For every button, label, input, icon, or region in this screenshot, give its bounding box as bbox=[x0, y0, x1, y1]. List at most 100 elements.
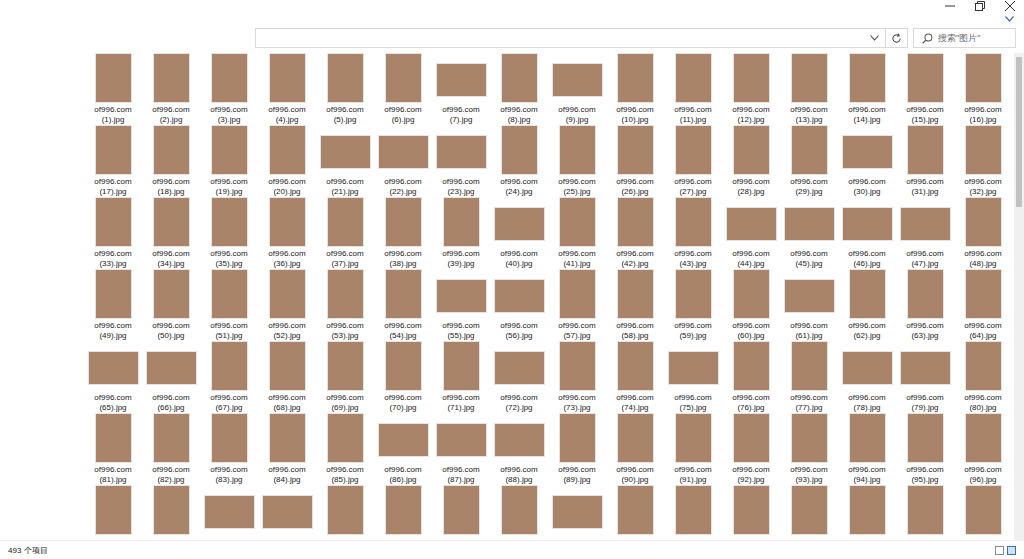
file-item[interactable]: of996.com (14).jpg bbox=[838, 53, 896, 125]
file-item[interactable]: of996.com (59).jpg bbox=[664, 269, 722, 341]
file-item[interactable]: of996.com (94).jpg bbox=[838, 413, 896, 485]
file-item[interactable]: of996.com (92).jpg bbox=[722, 413, 780, 485]
file-item[interactable] bbox=[606, 485, 664, 540]
file-item[interactable]: of996.com (36).jpg bbox=[258, 197, 316, 269]
file-item[interactable]: of996.com (27).jpg bbox=[664, 125, 722, 197]
file-item[interactable]: of996.com (3).jpg bbox=[200, 53, 258, 125]
file-item[interactable]: of996.com (57).jpg bbox=[548, 269, 606, 341]
ribbon-toggle-button[interactable] bbox=[1005, 16, 1014, 22]
file-item[interactable]: of996.com (84).jpg bbox=[258, 413, 316, 485]
file-item[interactable]: of996.com (16).jpg bbox=[954, 53, 1012, 125]
file-item[interactable]: of996.com (87).jpg bbox=[432, 413, 490, 485]
file-item[interactable]: of996.com (20).jpg bbox=[258, 125, 316, 197]
file-item[interactable]: of996.com (58).jpg bbox=[606, 269, 664, 341]
file-item[interactable]: of996.com (63).jpg bbox=[896, 269, 954, 341]
close-button[interactable] bbox=[1004, 0, 1016, 12]
file-item[interactable]: of996.com (96).jpg bbox=[954, 413, 1012, 485]
file-item[interactable]: of996.com (11).jpg bbox=[664, 53, 722, 125]
search-box[interactable]: 搜索"图片" bbox=[913, 28, 1016, 48]
file-item[interactable]: of996.com (62).jpg bbox=[838, 269, 896, 341]
file-item[interactable]: of996.com (68).jpg bbox=[258, 341, 316, 413]
file-item[interactable]: of996.com (4).jpg bbox=[258, 53, 316, 125]
file-item[interactable]: of996.com (23).jpg bbox=[432, 125, 490, 197]
file-item[interactable]: of996.com (52).jpg bbox=[258, 269, 316, 341]
file-item[interactable]: of996.com (85).jpg bbox=[316, 413, 374, 485]
vertical-scrollbar[interactable] bbox=[1014, 53, 1024, 540]
file-item[interactable] bbox=[374, 485, 432, 540]
file-item[interactable]: of996.com (38).jpg bbox=[374, 197, 432, 269]
file-item[interactable]: of996.com (21).jpg bbox=[316, 125, 374, 197]
file-item[interactable] bbox=[548, 485, 606, 540]
file-item[interactable]: of996.com (78).jpg bbox=[838, 341, 896, 413]
file-item[interactable] bbox=[896, 485, 954, 540]
file-item[interactable] bbox=[142, 485, 200, 540]
file-item[interactable]: of996.com (26).jpg bbox=[606, 125, 664, 197]
file-item[interactable]: of996.com (65).jpg bbox=[84, 341, 142, 413]
file-item[interactable] bbox=[84, 485, 142, 540]
file-item[interactable] bbox=[722, 485, 780, 540]
file-item[interactable]: of996.com (41).jpg bbox=[548, 197, 606, 269]
file-item[interactable]: of996.com (88).jpg bbox=[490, 413, 548, 485]
file-item[interactable]: of996.com (10).jpg bbox=[606, 53, 664, 125]
file-item[interactable]: of996.com (8).jpg bbox=[490, 53, 548, 125]
file-item[interactable]: of996.com (37).jpg bbox=[316, 197, 374, 269]
file-item[interactable]: of996.com (69).jpg bbox=[316, 341, 374, 413]
file-item[interactable]: of996.com (9).jpg bbox=[548, 53, 606, 125]
address-bar[interactable] bbox=[255, 28, 908, 48]
file-item[interactable]: of996.com (5).jpg bbox=[316, 53, 374, 125]
file-item[interactable] bbox=[780, 485, 838, 540]
file-item[interactable]: of996.com (80).jpg bbox=[954, 341, 1012, 413]
file-item[interactable] bbox=[432, 485, 490, 540]
file-item[interactable]: of996.com (44).jpg bbox=[722, 197, 780, 269]
file-item[interactable]: of996.com (83).jpg bbox=[200, 413, 258, 485]
file-item[interactable] bbox=[490, 485, 548, 540]
file-item[interactable]: of996.com (93).jpg bbox=[780, 413, 838, 485]
file-item[interactable]: of996.com (86).jpg bbox=[374, 413, 432, 485]
file-item[interactable]: of996.com (66).jpg bbox=[142, 341, 200, 413]
file-item[interactable] bbox=[664, 485, 722, 540]
file-item[interactable]: of996.com (67).jpg bbox=[200, 341, 258, 413]
file-item[interactable] bbox=[954, 485, 1012, 540]
file-item[interactable] bbox=[200, 485, 258, 540]
file-item[interactable]: of996.com (1).jpg bbox=[84, 53, 142, 125]
file-item[interactable]: of996.com (7).jpg bbox=[432, 53, 490, 125]
file-item[interactable]: of996.com (89).jpg bbox=[548, 413, 606, 485]
file-item[interactable]: of996.com (60).jpg bbox=[722, 269, 780, 341]
file-item[interactable]: of996.com (43).jpg bbox=[664, 197, 722, 269]
file-item[interactable]: of996.com (40).jpg bbox=[490, 197, 548, 269]
file-item[interactable]: of996.com (70).jpg bbox=[374, 341, 432, 413]
file-item[interactable]: of996.com (25).jpg bbox=[548, 125, 606, 197]
file-item[interactable]: of996.com (91).jpg bbox=[664, 413, 722, 485]
file-item[interactable]: of996.com (53).jpg bbox=[316, 269, 374, 341]
file-item[interactable]: of996.com (32).jpg bbox=[954, 125, 1012, 197]
maximize-button[interactable] bbox=[974, 0, 986, 12]
file-item[interactable]: of996.com (73).jpg bbox=[548, 341, 606, 413]
file-item[interactable]: of996.com (71).jpg bbox=[432, 341, 490, 413]
file-item[interactable]: of996.com (61).jpg bbox=[780, 269, 838, 341]
file-item[interactable]: of996.com (35).jpg bbox=[200, 197, 258, 269]
file-item[interactable]: of996.com (29).jpg bbox=[780, 125, 838, 197]
file-item[interactable]: of996.com (55).jpg bbox=[432, 269, 490, 341]
file-item[interactable]: of996.com (64).jpg bbox=[954, 269, 1012, 341]
file-item[interactable]: of996.com (79).jpg bbox=[896, 341, 954, 413]
file-item[interactable]: of996.com (22).jpg bbox=[374, 125, 432, 197]
history-dropdown-button[interactable] bbox=[864, 29, 885, 47]
file-item[interactable]: of996.com (13).jpg bbox=[780, 53, 838, 125]
file-item[interactable]: of996.com (6).jpg bbox=[374, 53, 432, 125]
file-item[interactable]: of996.com (76).jpg bbox=[722, 341, 780, 413]
file-item[interactable]: of996.com (46).jpg bbox=[838, 197, 896, 269]
file-item[interactable]: of996.com (77).jpg bbox=[780, 341, 838, 413]
file-item[interactable]: of996.com (31).jpg bbox=[896, 125, 954, 197]
file-item[interactable]: of996.com (51).jpg bbox=[200, 269, 258, 341]
file-item[interactable]: of996.com (45).jpg bbox=[780, 197, 838, 269]
file-item[interactable]: of996.com (34).jpg bbox=[142, 197, 200, 269]
file-item[interactable]: of996.com (15).jpg bbox=[896, 53, 954, 125]
file-item[interactable] bbox=[258, 485, 316, 540]
scrollbar-thumb[interactable] bbox=[1016, 57, 1022, 207]
file-item[interactable]: of996.com (56).jpg bbox=[490, 269, 548, 341]
file-item[interactable]: of996.com (30).jpg bbox=[838, 125, 896, 197]
file-item[interactable]: of996.com (95).jpg bbox=[896, 413, 954, 485]
file-item[interactable]: of996.com (50).jpg bbox=[142, 269, 200, 341]
file-item[interactable] bbox=[316, 485, 374, 540]
file-item[interactable]: of996.com (12).jpg bbox=[722, 53, 780, 125]
